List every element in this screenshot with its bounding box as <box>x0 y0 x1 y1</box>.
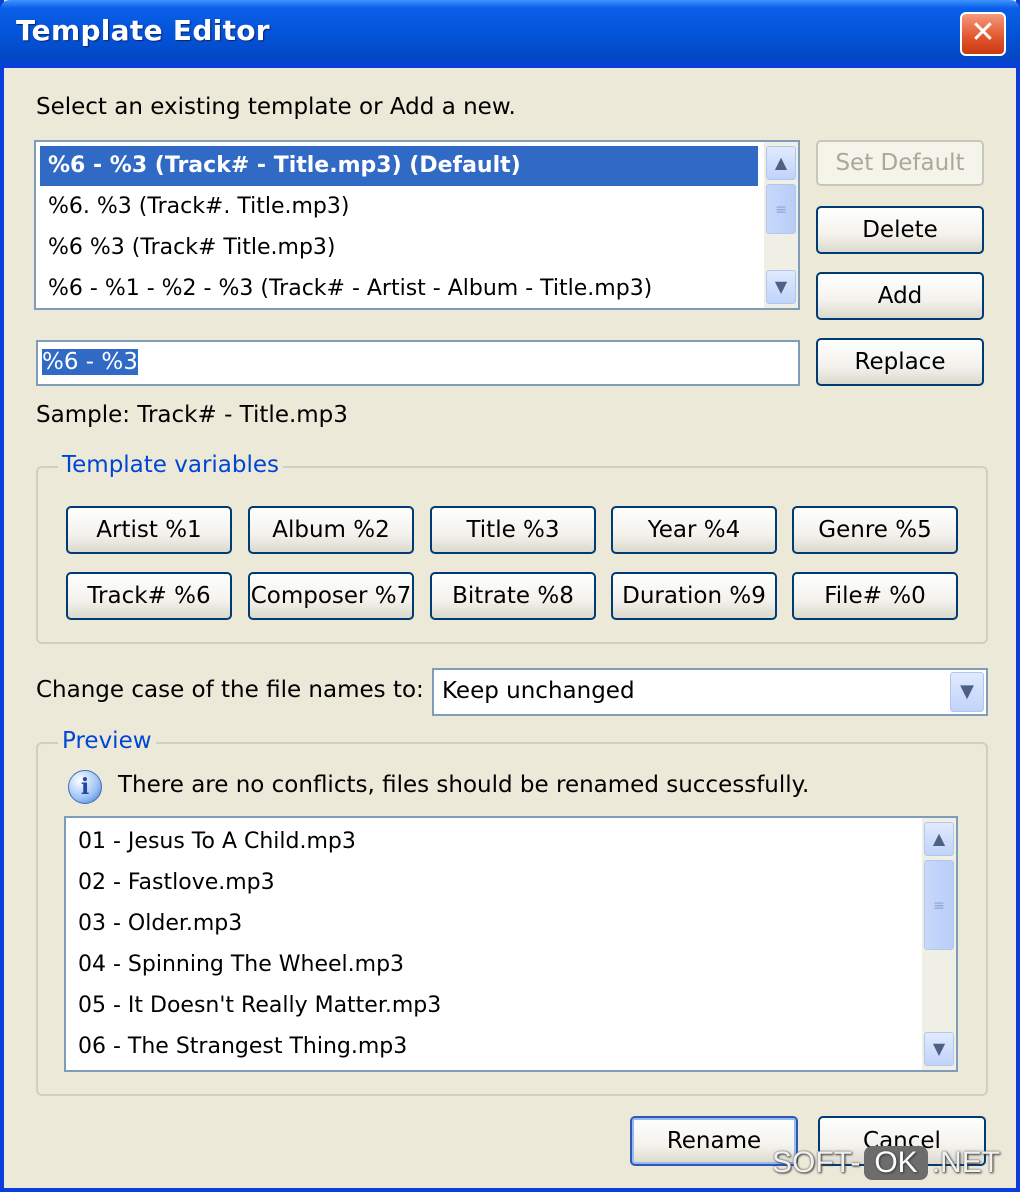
watermark-logo: SOFT- OK .NET <box>772 1146 1000 1180</box>
variable-button-title[interactable]: Title %3 <box>430 506 596 554</box>
variable-button-year[interactable]: Year %4 <box>611 506 777 554</box>
template-item-2[interactable]: %6 %3 (Track# Title.mp3) <box>40 228 758 268</box>
preview-file-list[interactable]: 01 - Jesus To A Child.mp3 02 - Fastlove.… <box>64 816 958 1072</box>
variable-button-composer[interactable]: Composer %7 <box>248 572 414 620</box>
chevron-down-icon[interactable]: ▼ <box>950 672 984 712</box>
template-item-3[interactable]: %6 - %1 - %2 - %3 (Track# - Artist - Alb… <box>40 269 758 308</box>
title-bar[interactable]: Template Editor ✕ <box>0 0 1020 68</box>
variable-button-file[interactable]: File# %0 <box>792 572 958 620</box>
scroll-up-arrow-icon[interactable]: ▲ <box>766 146 796 180</box>
variable-button-track[interactable]: Track# %6 <box>66 572 232 620</box>
scroll-down-arrow-icon[interactable]: ▼ <box>924 1032 954 1066</box>
preview-file-item[interactable]: 06 - The Strangest Thing.mp3 <box>70 1027 920 1067</box>
variable-button-album[interactable]: Album %2 <box>248 506 414 554</box>
template-input-value: %6 - %3 <box>42 349 138 375</box>
close-icon[interactable]: ✕ <box>960 12 1006 56</box>
template-input[interactable]: %6 - %3 <box>36 340 800 386</box>
add-button[interactable]: Add <box>816 272 984 320</box>
instructions-label: Select an existing template or Add a new… <box>36 94 516 120</box>
window-title: Template Editor <box>16 14 270 47</box>
info-icon: i <box>68 770 102 804</box>
watermark-right: .NET <box>931 1146 1001 1179</box>
template-list[interactable]: %6 - %3 (Track# - Title.mp3) (Default) %… <box>34 140 800 310</box>
scroll-thumb[interactable]: ≡ <box>924 860 954 950</box>
template-variables-legend: Template variables <box>58 452 284 478</box>
template-list-scrollbar[interactable]: ▲ ≡ ▼ <box>764 142 798 308</box>
watermark-left: SOFT- <box>772 1146 861 1179</box>
scroll-up-arrow-icon[interactable]: ▲ <box>924 822 954 856</box>
preview-list-scrollbar[interactable]: ▲ ≡ ▼ <box>922 818 956 1070</box>
preview-file-item[interactable]: 03 - Older.mp3 <box>70 904 920 944</box>
change-case-label: Change case of the file names to: <box>36 677 424 703</box>
preview-file-item[interactable]: 05 - It Doesn't Really Matter.mp3 <box>70 986 920 1026</box>
preview-file-item[interactable]: 04 - Spinning The Wheel.mp3 <box>70 945 920 985</box>
variable-button-genre[interactable]: Genre %5 <box>792 506 958 554</box>
template-item-1[interactable]: %6. %3 (Track#. Title.mp3) <box>40 187 758 227</box>
preview-file-item[interactable]: 01 - Jesus To A Child.mp3 <box>70 822 920 862</box>
template-editor-window: Template Editor ✕ Select an existing tem… <box>0 0 1020 1192</box>
watermark-mid: OK <box>864 1146 928 1180</box>
preview-message: There are no conflicts, files should be … <box>118 772 810 798</box>
scroll-down-arrow-icon[interactable]: ▼ <box>766 270 796 304</box>
replace-button[interactable]: Replace <box>816 338 984 386</box>
variable-button-artist[interactable]: Artist %1 <box>66 506 232 554</box>
set-default-button[interactable]: Set Default <box>816 140 984 186</box>
preview-file-item[interactable]: 02 - Fastlove.mp3 <box>70 863 920 903</box>
variable-button-duration[interactable]: Duration %9 <box>611 572 777 620</box>
delete-button[interactable]: Delete <box>816 206 984 254</box>
change-case-select[interactable]: Keep unchanged ▼ <box>432 668 988 716</box>
change-case-value: Keep unchanged <box>442 678 635 704</box>
sample-label: Sample: Track# - Title.mp3 <box>36 402 348 428</box>
template-item-0[interactable]: %6 - %3 (Track# - Title.mp3) (Default) <box>40 146 758 186</box>
preview-legend: Preview <box>58 728 156 754</box>
scroll-thumb[interactable]: ≡ <box>766 184 796 234</box>
variable-button-bitrate[interactable]: Bitrate %8 <box>430 572 596 620</box>
